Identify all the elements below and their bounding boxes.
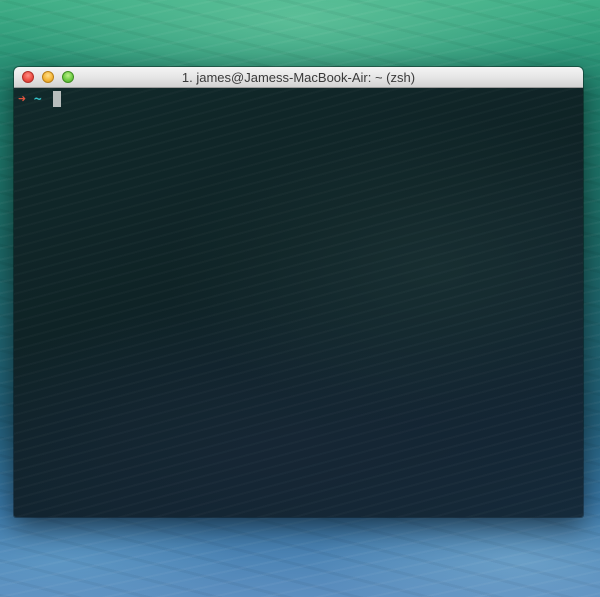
terminal-content[interactable]: ➜ ~ [14, 88, 583, 517]
window-titlebar[interactable]: 1. james@Jamess-MacBook-Air: ~ (zsh) [14, 67, 583, 88]
zoom-icon[interactable] [62, 71, 74, 83]
window-title: 1. james@Jamess-MacBook-Air: ~ (zsh) [181, 70, 416, 85]
prompt-line: ➜ ~ [18, 91, 61, 107]
close-icon[interactable] [22, 71, 34, 83]
terminal-background-texture [14, 88, 583, 517]
prompt-directory: ~ [33, 91, 42, 107]
prompt-arrow-icon: ➜ [18, 91, 26, 107]
minimize-icon[interactable] [42, 71, 54, 83]
text-cursor [52, 91, 61, 107]
terminal-window[interactable]: 1. james@Jamess-MacBook-Air: ~ (zsh) ➜ ~ [14, 67, 583, 517]
